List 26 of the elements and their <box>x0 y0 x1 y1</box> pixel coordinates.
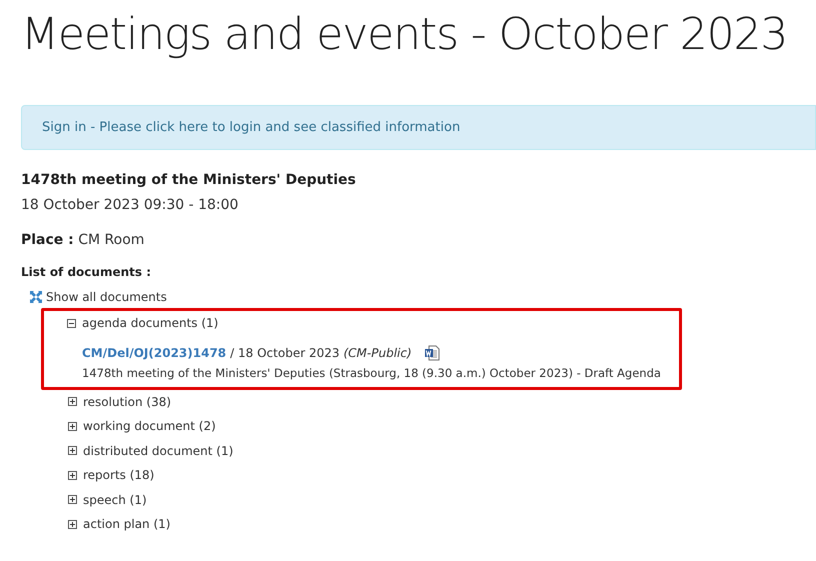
expand-icon[interactable] <box>68 520 77 529</box>
sign-in-link[interactable]: Sign in - Please click here to login and see classified information <box>42 118 460 138</box>
category-toggle[interactable]: resolution (38) <box>83 392 172 411</box>
document-date: / 18 October 2023 <box>230 344 340 362</box>
show-all-link[interactable]: Show all documents <box>46 288 167 306</box>
document-description: 1478th meeting of the Ministers' Deputies (Strasbourg, 18 (9.30 a.m.) October 2023) - Draft Agenda <box>82 364 661 380</box>
page-title: Meetings and events - October 2023 <box>21 8 788 62</box>
document-classification: (CM-Public) <box>344 344 412 362</box>
expand-icon[interactable] <box>68 397 77 406</box>
category-toggle[interactable]: reports (18) <box>83 466 154 484</box>
category-toggle[interactable]: action plan (1) <box>83 515 170 534</box>
category-toggle[interactable]: working document (2) <box>83 417 216 436</box>
expand-icon[interactable] <box>68 470 77 480</box>
category-toggle[interactable]: distributed document (1) <box>83 442 234 460</box>
category-toggle[interactable]: speech (1) <box>83 490 147 509</box>
expand-icon[interactable] <box>68 446 77 456</box>
expand-icon[interactable] <box>68 422 77 431</box>
meeting-title: 1478th meeting of the Ministers' Deputies <box>21 171 357 190</box>
category-toggle[interactable]: agenda documents (1) <box>82 314 218 332</box>
documents-heading: List of documents : <box>21 264 152 281</box>
meeting-place: Place : CM Room <box>21 231 146 250</box>
word-document-icon[interactable] <box>424 344 440 360</box>
collapse-icon[interactable] <box>67 318 76 328</box>
expand-icon[interactable] <box>68 495 77 504</box>
document-link[interactable]: CM/Del/OJ(2023)1478 <box>82 344 226 362</box>
meeting-date: 18 October 2023 09:30 - 18:00 <box>21 196 240 215</box>
